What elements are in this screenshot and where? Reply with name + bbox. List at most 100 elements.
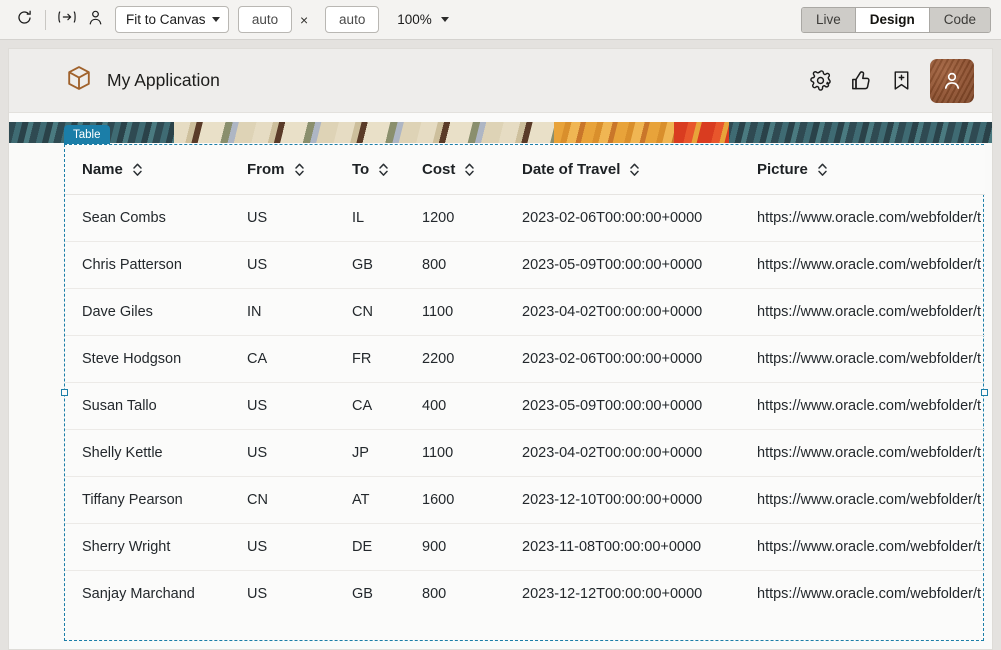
design-canvas: My Application Table Name From To Cost D…	[8, 48, 993, 650]
cell-cost: 400	[405, 382, 505, 430]
cell-date: 2023-02-06T00:00:00+0000	[505, 194, 740, 242]
table-row[interactable]: Shelly Kettle US JP 1100 2023-04-02T00:0…	[65, 429, 985, 477]
sort-icon[interactable]	[464, 162, 475, 177]
table-row[interactable]: Dave Giles IN CN 1100 2023-04-02T00:00:0…	[65, 288, 985, 336]
cell-name: Dave Giles	[65, 288, 230, 336]
editor-toolbar: Fit to Canvas auto × auto 100% Live Desi…	[0, 0, 1001, 40]
table-header-row: Name From To Cost Date of Travel Picture	[65, 145, 985, 195]
cell-name: Tiffany Pearson	[65, 476, 230, 524]
thumbs-up-icon[interactable]	[849, 69, 873, 93]
cell-from: US	[230, 523, 335, 571]
cell-cost: 800	[422, 586, 447, 602]
cell-to: GB	[352, 586, 373, 602]
gear-icon[interactable]	[809, 69, 832, 92]
height-input[interactable]: auto	[325, 6, 380, 33]
cell-cost: 2200	[405, 335, 505, 383]
sort-icon[interactable]	[378, 162, 389, 177]
table-row[interactable]: Sanjay Marchand US GB 800 2023-12-12T00:…	[65, 571, 985, 618]
table-row[interactable]: Susan Tallo US CA 400 2023-05-09T00:00:0…	[65, 382, 985, 430]
banner-strip-wrapper	[9, 122, 992, 143]
cell-to: GB	[335, 241, 405, 289]
cell-picture: https://www.oracle.com/webfolder/t	[740, 288, 985, 336]
cell-picture: https://www.oracle.com/webfolder/t	[740, 523, 985, 571]
chevron-down-icon	[440, 17, 449, 22]
sort-icon[interactable]	[817, 162, 828, 177]
tab-code[interactable]: Code	[929, 7, 990, 32]
sort-icon[interactable]	[132, 162, 143, 177]
cell-cost: 900	[405, 523, 505, 571]
cell-date: 2023-12-12T00:00:00+0000	[522, 586, 703, 602]
cell-cost: 1600	[405, 476, 505, 524]
cell-date: 2023-05-09T00:00:00+0000	[505, 382, 740, 430]
table-row[interactable]: Sherry Wright US DE 900 2023-11-08T00:00…	[65, 523, 985, 571]
tab-design[interactable]: Design	[855, 7, 930, 32]
cell-from: CA	[230, 335, 335, 383]
cell-from: US	[230, 194, 335, 242]
column-header-from[interactable]: From	[230, 145, 335, 195]
cell-from: CN	[230, 476, 335, 524]
table-header: Name From To Cost Date of Travel Picture	[65, 145, 985, 195]
column-header-to[interactable]: To	[335, 145, 405, 195]
column-label-picture: Picture	[757, 161, 808, 178]
cell-to: CN	[335, 288, 405, 336]
cell-picture: https://www.oracle.com/webfolder/t	[740, 241, 985, 289]
chevron-down-icon	[212, 17, 220, 22]
cell-date: 2023-02-06T00:00:00+0000	[505, 335, 740, 383]
fit-width-icon	[57, 9, 77, 30]
column-header-date-of-travel[interactable]: Date of Travel	[505, 145, 740, 195]
cell-picture: https://www.oracle.com/webfolder/t	[740, 335, 985, 383]
page-title: My Application	[107, 70, 220, 90]
cell-picture: https://www.oracle.com/webfolder/t	[740, 429, 985, 477]
user-preview-button[interactable]	[81, 7, 109, 33]
cell-picture: https://www.oracle.com/webfolder/t	[740, 382, 985, 430]
cell-name: Susan Tallo	[65, 382, 230, 430]
cell-from: IN	[230, 288, 335, 336]
cell-picture: https://www.oracle.com/webfolder/t	[740, 476, 985, 524]
table-component[interactable]: Name From To Cost Date of Travel Picture…	[64, 144, 985, 641]
avatar[interactable]	[930, 58, 974, 103]
cube-icon	[65, 64, 93, 97]
data-table: Name From To Cost Date of Travel Picture…	[65, 145, 985, 617]
column-header-name[interactable]: Name	[65, 145, 230, 195]
fit-width-button[interactable]	[53, 7, 81, 33]
width-input[interactable]: auto	[238, 6, 292, 33]
table-row[interactable]: Chris Patterson US GB 800 2023-05-09T00:…	[65, 241, 985, 289]
cell-to: IL	[335, 194, 405, 242]
app-header: My Application	[9, 49, 992, 113]
column-header-cost[interactable]: Cost	[405, 145, 505, 195]
cell-date: 2023-04-02T00:00:00+0000	[505, 288, 740, 336]
sort-icon[interactable]	[294, 162, 305, 177]
table-row[interactable]: Sean Combs US IL 1200 2023-02-06T00:00:0…	[65, 194, 985, 242]
cell-date: 2023-12-10T00:00:00+0000	[505, 476, 740, 524]
zoom-value: 100%	[397, 12, 432, 27]
cell-cost: 1100	[405, 288, 505, 336]
resize-handle-left[interactable]	[61, 389, 68, 396]
column-header-picture[interactable]: Picture	[740, 145, 985, 195]
cell-to: FR	[335, 335, 405, 383]
cell-cost: 1100	[405, 429, 505, 477]
resize-handle-right[interactable]	[981, 389, 988, 396]
column-label-name: Name	[82, 161, 123, 178]
cell-cost: 800	[405, 241, 505, 289]
fit-mode-select[interactable]: Fit to Canvas	[115, 6, 229, 33]
table-row[interactable]: Steve Hodgson CA FR 2200 2023-02-06T00:0…	[65, 335, 985, 383]
person-icon	[87, 9, 104, 31]
cell-name: Chris Patterson	[65, 241, 230, 289]
sort-icon[interactable]	[629, 162, 640, 177]
banner-band-neutral	[174, 122, 554, 143]
header-spacer	[9, 113, 992, 122]
zoom-select[interactable]: 100%	[397, 12, 449, 27]
cell-from: US	[230, 382, 335, 430]
refresh-button[interactable]	[10, 7, 38, 33]
cell-cost: 1200	[405, 194, 505, 242]
bookmark-add-icon[interactable]	[890, 69, 913, 92]
cell-to: JP	[335, 429, 405, 477]
refresh-icon	[16, 9, 33, 31]
cell-date: 2023-11-08T00:00:00+0000	[505, 523, 740, 571]
tab-live[interactable]: Live	[801, 7, 856, 32]
table-row[interactable]: Tiffany Pearson CN AT 1600 2023-12-10T00…	[65, 476, 985, 524]
column-label-cost: Cost	[422, 161, 456, 178]
cell-name: Shelly Kettle	[65, 429, 230, 477]
selection-badge[interactable]: Table	[64, 125, 110, 144]
cell-name: Sanjay Marchand	[82, 586, 195, 602]
